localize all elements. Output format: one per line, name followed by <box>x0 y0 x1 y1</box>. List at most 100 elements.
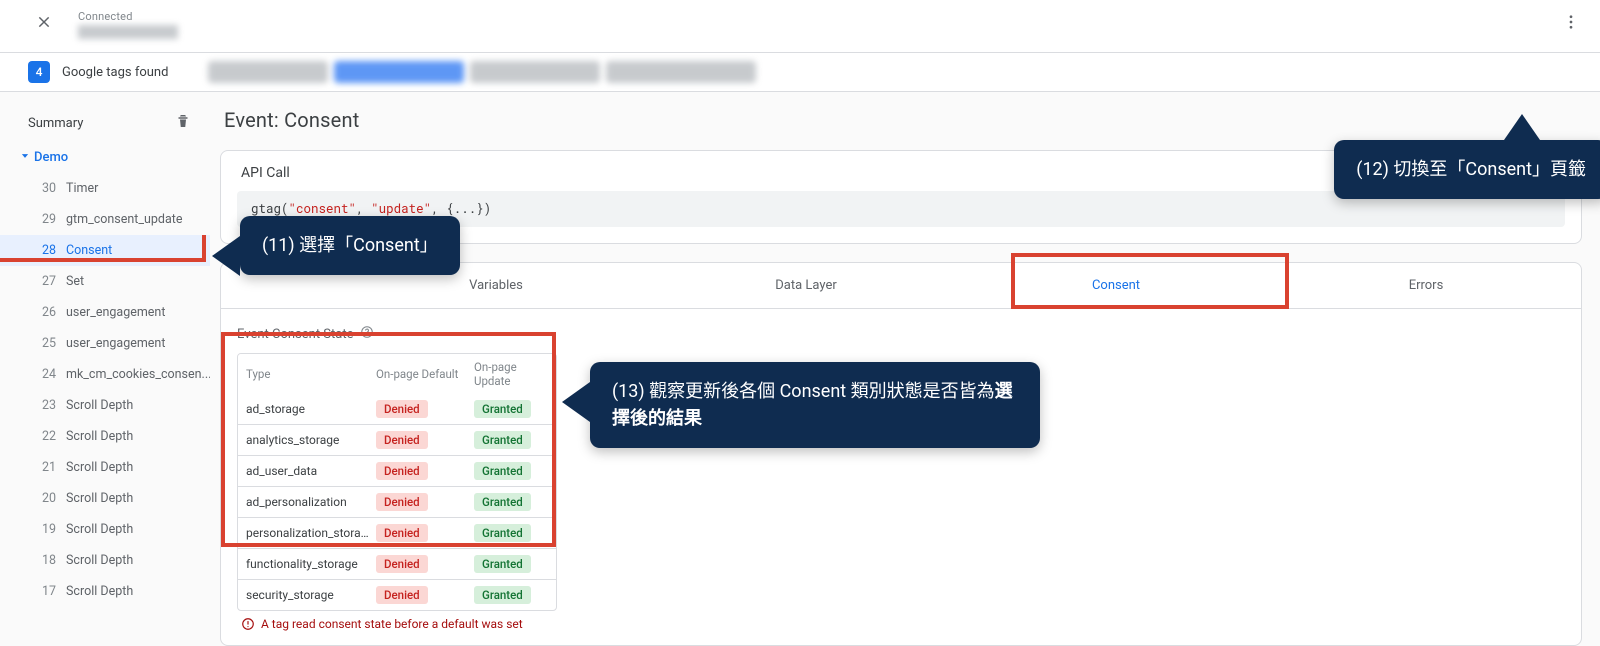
th-type: Type <box>246 367 370 381</box>
status-badge: Granted <box>474 431 531 449</box>
more-menu-button[interactable] <box>1562 13 1580 35</box>
sidebar-summary-row[interactable]: Summary <box>0 106 210 140</box>
tabs-card: Tags Variables Data Layer Consent Errors… <box>220 262 1582 646</box>
event-label: user_engagement <box>66 336 165 351</box>
sidebar-event[interactable]: 26user_engagement <box>0 297 210 328</box>
cell-default: Denied <box>376 586 468 604</box>
table-header-row: Type On-page Default On-page Update <box>238 354 556 394</box>
consent-warning: A tag read consent state before a defaul… <box>241 617 1581 631</box>
connection-status-block: Connected <box>78 10 178 39</box>
warning-text: A tag read consent state before a defaul… <box>261 617 523 631</box>
sidebar-event[interactable]: 20Scroll Depth <box>0 483 210 514</box>
section-title: Event Consent State <box>237 327 354 342</box>
sidebar-event[interactable]: 27 Set <box>0 266 210 297</box>
event-number: 29 <box>42 212 60 227</box>
event-label: user_engagement <box>66 305 165 320</box>
tab-datalayer[interactable]: Data Layer <box>651 263 961 308</box>
sidebar-event[interactable]: 18Scroll Depth <box>0 545 210 576</box>
table-row: ad_personalizationDeniedGranted <box>238 486 556 517</box>
cell-type: ad_user_data <box>246 464 370 478</box>
api-call-title: API Call <box>221 151 1581 191</box>
cell-update: Granted <box>474 524 548 542</box>
cell-update: Granted <box>474 462 548 480</box>
page-title: Event: Consent <box>224 108 1582 132</box>
tag-count-badge: 4 <box>28 61 50 83</box>
tag-pill-redacted[interactable] <box>208 61 328 83</box>
table-row: security_storage Denied Granted <box>238 579 556 610</box>
delete-icon[interactable] <box>174 112 192 134</box>
summary-label: Summary <box>28 116 83 131</box>
event-label: Scroll Depth <box>66 460 133 475</box>
tab-errors[interactable]: Errors <box>1271 263 1581 308</box>
table-row: ad_storageDeniedGranted <box>238 394 556 424</box>
sidebar-event[interactable]: 23Scroll Depth <box>0 390 210 421</box>
table-row: analytics_storage Denied Granted <box>238 424 556 455</box>
tag-pill-redacted[interactable] <box>334 61 464 83</box>
status-badge: Granted <box>474 462 531 480</box>
tag-pill-redacted[interactable] <box>470 61 600 83</box>
tag-pill-row <box>208 61 1580 83</box>
event-label: Set <box>66 274 84 289</box>
status-badge: Granted <box>474 586 531 604</box>
cell-default: Denied <box>376 462 468 480</box>
sidebar-event[interactable]: 24mk_cm_cookies_consen... <box>0 359 210 390</box>
sidebar-event[interactable]: 30Timer <box>0 173 210 204</box>
table-row: personalization_storage Denied Granted <box>238 517 556 548</box>
help-icon[interactable] <box>360 325 374 343</box>
cell-type: ad_personalization <box>246 495 370 509</box>
cell-default: Denied <box>376 431 468 449</box>
status-badge: Denied <box>376 493 428 511</box>
sidebar: Summary Demo 30Timer 29 gtm_consent_update… <box>0 92 210 646</box>
tab-consent[interactable]: Consent <box>961 263 1271 308</box>
sidebar-event[interactable]: 22Scroll Depth <box>0 421 210 452</box>
event-label: Timer <box>66 181 98 196</box>
status-badge: Denied <box>376 555 428 573</box>
group-label: Demo <box>34 150 68 165</box>
cell-type: personalization_storage <box>246 526 370 540</box>
event-number: 28 <box>42 243 60 258</box>
sidebar-group-demo[interactable]: Demo <box>0 140 210 173</box>
warning-icon <box>241 617 255 631</box>
tags-found-label: Google tags found <box>62 65 168 80</box>
chevron-down-icon <box>20 150 30 165</box>
event-number: 22 <box>42 429 60 444</box>
sidebar-event[interactable]: 28 Consent <box>0 235 210 266</box>
sidebar-event[interactable]: 25user_engagement <box>0 328 210 359</box>
sidebar-event[interactable]: 21Scroll Depth <box>0 452 210 483</box>
api-call-card: API Call gtag("consent", "update", {...}… <box>220 150 1582 244</box>
cell-update: Granted <box>474 400 548 418</box>
event-label: Scroll Depth <box>66 398 133 413</box>
th-default: On-page Default <box>376 367 468 381</box>
tabs-row: Tags Variables Data Layer Consent Errors <box>221 263 1581 309</box>
tag-pill-redacted[interactable] <box>606 61 756 83</box>
sidebar-event[interactable]: 17 Scroll Depth <box>0 576 210 607</box>
event-label: Consent <box>66 243 112 258</box>
cell-type: analytics_storage <box>246 433 370 447</box>
event-number: 17 <box>42 584 60 599</box>
cell-update: Granted <box>474 586 548 604</box>
close-icon <box>36 14 52 30</box>
sidebar-event[interactable]: 29 gtm_consent_update <box>0 204 210 235</box>
more-vert-icon <box>1562 13 1580 31</box>
status-badge: Denied <box>376 462 428 480</box>
cell-default: Denied <box>376 493 468 511</box>
status-badge: Granted <box>474 524 531 542</box>
tab-variables[interactable]: Variables <box>341 263 651 308</box>
event-number: 27 <box>42 274 60 289</box>
event-label: Scroll Depth <box>66 584 133 599</box>
consent-section-header: Event Consent State <box>221 309 1581 353</box>
th-update: On-page Update <box>474 360 548 388</box>
event-label: mk_cm_cookies_consen... <box>66 367 210 382</box>
event-label: gtm_consent_update <box>66 212 182 227</box>
event-label: Scroll Depth <box>66 553 133 568</box>
tags-bar: 4 Google tags found <box>0 53 1600 92</box>
sidebar-event[interactable]: 19 Scroll Depth <box>0 514 210 545</box>
status-badge: Denied <box>376 431 428 449</box>
cell-default: Denied <box>376 555 468 573</box>
event-label: Scroll Depth <box>66 522 133 537</box>
cell-type: security_storage <box>246 588 370 602</box>
cell-default: Denied <box>376 524 468 542</box>
status-badge: Denied <box>376 524 428 542</box>
event-number: 19 <box>42 522 60 537</box>
close-button[interactable] <box>28 6 60 42</box>
